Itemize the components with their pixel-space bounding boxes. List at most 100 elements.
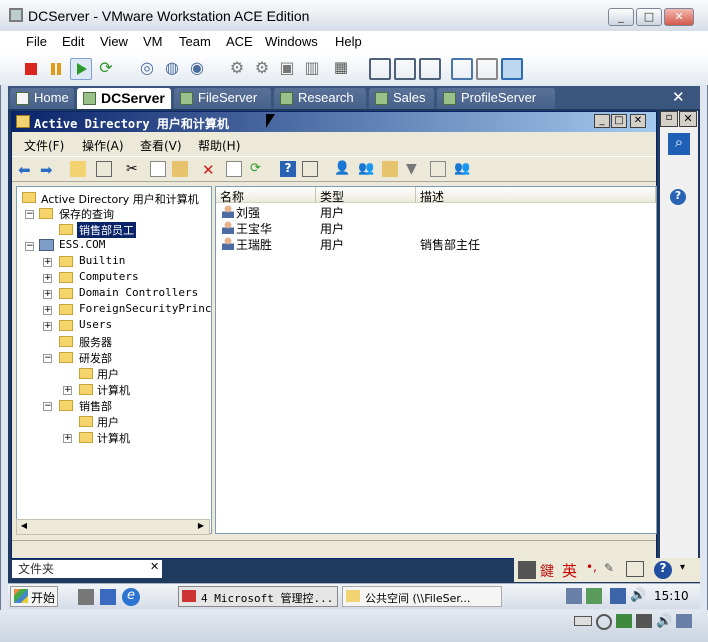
expand-icon[interactable]: + (43, 290, 52, 299)
network-icon[interactable] (610, 588, 626, 604)
row-name[interactable]: 王宝华 (236, 220, 272, 237)
snapshot-manager-icon[interactable]: ◉ (186, 58, 208, 80)
sound-icon[interactable]: 🔊 (656, 614, 672, 629)
tab-dcserver[interactable]: DCServer (77, 88, 171, 109)
bg-close-button[interactable]: ✕ (679, 111, 697, 127)
punctuation-icon[interactable]: •, (586, 560, 597, 574)
tab-fileserver[interactable]: FileServer (174, 88, 271, 109)
add-to-group-icon[interactable]: 👥 (454, 161, 470, 177)
quick-switch-icon[interactable] (369, 58, 391, 80)
full-screen-icon[interactable] (394, 58, 416, 80)
console-view-icon[interactable] (451, 58, 473, 80)
ime-icon[interactable]: 鍵 (540, 561, 558, 580)
tree-node-root[interactable]: Active Directory 用户和计算机 (41, 191, 199, 207)
menu-edit[interactable]: Edit (62, 34, 84, 49)
taskbar-item-mmc[interactable]: 4 Microsoft 管理控... (178, 586, 338, 607)
column-header-name[interactable]: 名称 (216, 187, 316, 204)
find-icon[interactable] (430, 161, 446, 177)
new-ou-icon[interactable] (382, 161, 398, 177)
menu-help[interactable]: Help (335, 34, 362, 49)
close-icon[interactable]: ✕ (150, 560, 159, 573)
suspend-button[interactable] (45, 58, 67, 80)
ie-icon[interactable]: e (122, 588, 140, 606)
menu-vm[interactable]: VM (143, 34, 163, 49)
forward-icon[interactable]: ➡ (40, 161, 56, 179)
collapse-icon[interactable]: − (43, 402, 52, 411)
tray-icon[interactable] (566, 588, 582, 604)
tree-node-builtin[interactable]: Builtin (79, 254, 125, 267)
refresh-icon[interactable]: ⟳ (250, 161, 266, 177)
expand-icon[interactable]: + (43, 258, 52, 267)
menu-team[interactable]: Team (179, 34, 211, 49)
summary-view-icon[interactable] (476, 58, 498, 80)
taskbar-item-explorer[interactable]: 公共空间 (\\FileSer... (342, 586, 502, 607)
ace-package-icon[interactable]: ▣ (276, 58, 298, 80)
help-icon[interactable]: ? (670, 189, 686, 205)
tab-research[interactable]: Research (274, 88, 366, 109)
mmc-menu-action[interactable]: 操作(A) (82, 137, 124, 154)
cdrom-icon[interactable] (596, 614, 612, 630)
filter-icon[interactable]: ▼ (406, 161, 422, 177)
close-button[interactable]: ✕ (664, 8, 694, 26)
menu-view[interactable]: View (100, 34, 128, 49)
column-header-description[interactable]: 描述 (416, 187, 656, 204)
ime-settings-icon[interactable] (626, 561, 644, 577)
tree-node-saved-queries[interactable]: 保存的查询 (59, 206, 114, 222)
tree-node-users[interactable]: Users (79, 318, 112, 331)
tree-node-foreign-security[interactable]: ForeignSecurityPrincip (79, 302, 211, 315)
expand-icon[interactable]: + (43, 306, 52, 315)
new-group-icon[interactable]: 👥 (358, 161, 374, 177)
tree-node-servers-ou[interactable]: 服务器 (79, 334, 112, 350)
team-settings-icon[interactable]: ⚙ (251, 58, 273, 80)
collapse-icon[interactable]: − (25, 242, 34, 251)
tree-node-computers[interactable]: Computers (79, 270, 139, 283)
mmc-menu-help[interactable]: 帮助(H) (198, 137, 240, 154)
back-icon[interactable]: ⬅ (18, 161, 34, 179)
mmc-menu-file[interactable]: 文件(F) (24, 137, 64, 154)
soft-keyboard-icon[interactable]: ✎ (604, 561, 614, 575)
ace-policy-icon[interactable]: ▥ (301, 58, 323, 80)
collapse-icon[interactable]: − (25, 210, 34, 219)
cut-icon[interactable]: ✂ (126, 161, 142, 177)
team-icon[interactable]: ⚙ (226, 58, 248, 80)
menu-ace[interactable]: ACE (226, 34, 253, 49)
revert-snapshot-icon[interactable]: ◍ (161, 58, 183, 80)
tray-icon[interactable] (586, 588, 602, 604)
unity-icon[interactable] (419, 58, 441, 80)
show-tree-icon[interactable] (96, 161, 112, 177)
tree-node-domain[interactable]: ESS.COM (59, 238, 105, 251)
row-name[interactable]: 刘强 (236, 204, 260, 221)
maximize-button[interactable]: □ (636, 8, 662, 26)
quicklaunch-icon[interactable] (78, 589, 94, 605)
mmc-minimize-button[interactable]: _ (594, 114, 610, 128)
tab-sales[interactable]: Sales (369, 88, 434, 109)
tab-profileserver[interactable]: ProfileServer (437, 88, 555, 109)
up-folder-icon[interactable] (70, 161, 86, 177)
tab-home[interactable]: Home (10, 88, 74, 109)
expand-icon[interactable]: + (43, 274, 52, 283)
tree-node-domain-controllers[interactable]: Domain Controllers (79, 286, 198, 299)
mmc-maximize-button[interactable]: □ (611, 114, 627, 128)
power-on-button[interactable] (70, 58, 92, 80)
volume-icon[interactable]: 🔊 (630, 588, 646, 604)
langbar-options-icon[interactable]: ▾ (680, 562, 685, 573)
menu-file[interactable]: File (26, 34, 47, 49)
keyboard-icon[interactable] (518, 561, 536, 579)
delete-icon[interactable]: ✕ (202, 161, 218, 179)
tree-node-rd-computers[interactable]: 计算机 (97, 382, 130, 398)
help-icon[interactable]: ? (280, 161, 296, 177)
tree-node-sales-users[interactable]: 用户 (97, 414, 119, 430)
paste-icon[interactable] (172, 161, 188, 177)
show-desktop-icon[interactable] (100, 589, 116, 605)
expand-icon[interactable]: + (63, 434, 72, 443)
menu-windows[interactable]: Windows (265, 34, 318, 49)
power-off-button[interactable] (20, 58, 42, 80)
hdd-icon[interactable] (574, 616, 592, 626)
column-header-type[interactable]: 类型 (316, 187, 416, 204)
mmc-menu-view[interactable]: 查看(V) (140, 137, 182, 154)
tree-node-rd-users[interactable]: 用户 (97, 366, 119, 382)
reset-icon[interactable]: ⟳ (95, 58, 117, 80)
close-tab-icon[interactable]: ✕ (672, 88, 685, 106)
console-icon[interactable] (302, 161, 318, 177)
tree-node-sales-ou[interactable]: 销售部 (79, 398, 112, 414)
